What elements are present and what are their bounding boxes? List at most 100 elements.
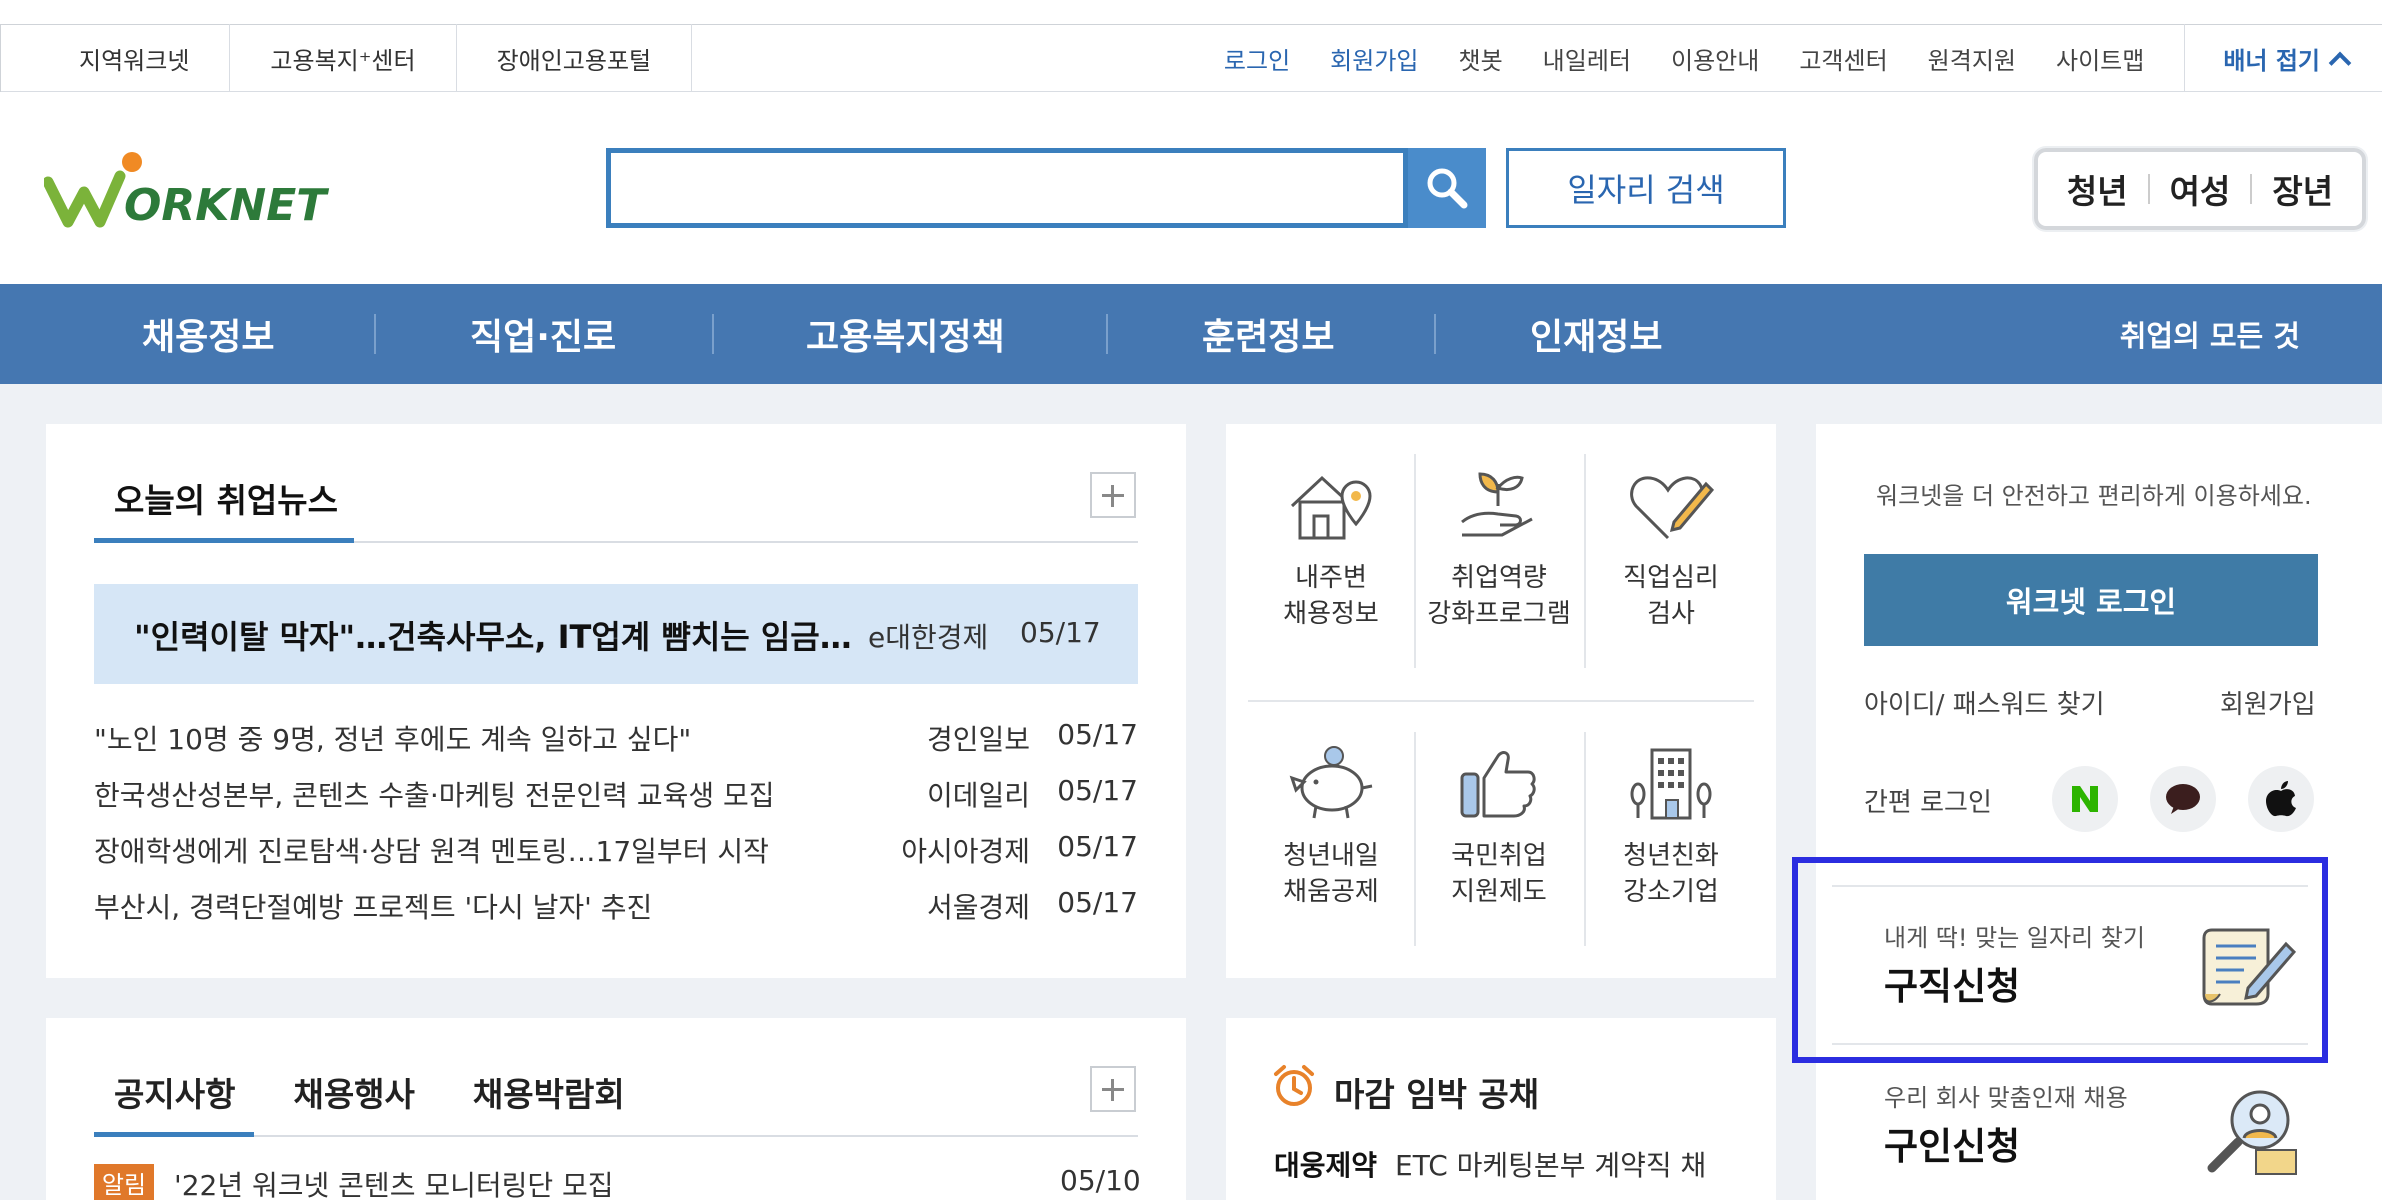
quick-label: 검사 <box>1647 599 1695 629</box>
link-employment-welfare-center[interactable]: 고용복지⁺센터 <box>229 24 455 92</box>
box-divider <box>1832 885 2308 887</box>
utility-links: 로그인 회원가입 챗봇 내일레터 이용안내 고객센터 원격지원 사이트맵 배너 … <box>1224 24 2382 92</box>
tab-notice[interactable]: 공지사항 <box>114 1068 235 1116</box>
house-pin-icon <box>1290 475 1372 540</box>
quick-youth-savings[interactable]: 청년내일채움공제 <box>1246 744 1416 910</box>
news-title[interactable]: 오늘의 취업뉴스 <box>114 474 338 522</box>
link-regional-worknet[interactable]: 지역워크넷 <box>0 24 229 92</box>
headline-source: e대한경제 <box>868 621 989 654</box>
group-youth[interactable]: 청년 <box>2047 165 2148 213</box>
nav-recruitment[interactable]: 채용정보 <box>142 284 274 384</box>
headline-news[interactable]: "인력이탈 막자"…건축사무소, IT업계 뺨치는 임금… e대한경제 05/1… <box>94 584 1138 684</box>
notice-item-date: 05/10 <box>1060 1164 1141 1197</box>
talent-search-icon[interactable] <box>2204 1086 2300 1176</box>
nav-training[interactable]: 훈련정보 <box>1202 284 1334 384</box>
quick-label: 채움공제 <box>1283 877 1379 907</box>
news-item[interactable]: "노인 10명 중 9명, 정년 후에도 계속 일하고 싶다" 경인일보 05/… <box>94 718 1138 758</box>
job-seeker-apply-link[interactable]: 구직신청 <box>1884 956 2020 1010</box>
news-item[interactable]: 한국생산성본부, 콘텐츠 수출·마케팅 전문인력 교육생 모집 이데일리 05/… <box>94 774 1138 814</box>
tab-recruit-events[interactable]: 채용행사 <box>293 1068 414 1116</box>
join-link[interactable]: 회원가입 <box>2220 684 2316 721</box>
utility-bar: 지역워크넷 고용복지⁺센터 장애인고용포털 로그인 회원가입 챗봇 내일레터 이… <box>0 0 2382 92</box>
news-item-source: 서울경제 <box>926 891 1030 924</box>
employer-apply-link[interactable]: 구인신청 <box>1884 1116 2020 1170</box>
news-item[interactable]: 부산시, 경력단절예방 프로젝트 '다시 날자' 추진 서울경제 05/17 <box>94 886 1138 926</box>
login-message: 워크넷을 더 안전하고 편리하게 이용하세요. <box>1876 482 2312 510</box>
hire-subtitle: 우리 회사 맞춤인재 채용 <box>1884 1084 2128 1112</box>
quick-label: 청년친화 <box>1623 841 1719 871</box>
quick-youth-friendly-company[interactable]: 청년친화 강소기업 <box>1586 744 1756 910</box>
job-search-button[interactable]: 일자리 검색 <box>1506 148 1786 228</box>
naver-login-button[interactable] <box>2052 766 2118 832</box>
box-divider <box>1832 1043 2308 1045</box>
newsletter-link[interactable]: 내일레터 <box>1543 41 1631 76</box>
target-group-selector: 청년 여성 장년 <box>2034 148 2366 230</box>
nav-divider <box>1106 314 1108 354</box>
chevron-up-icon <box>2328 51 2352 75</box>
search-input[interactable] <box>611 153 1403 223</box>
link-disability-portal[interactable]: 장애인고용포털 <box>455 24 693 92</box>
news-item-title: "노인 10명 중 9명, 정년 후에도 계속 일하고 싶다" <box>94 723 692 756</box>
kakao-icon <box>2166 784 2200 814</box>
building-icon <box>1630 748 1712 820</box>
family-sites: 지역워크넷 고용복지⁺센터 장애인고용포털 <box>0 24 693 92</box>
search-icon <box>1427 168 1468 209</box>
search-button[interactable] <box>1408 148 1486 228</box>
nav-career[interactable]: 직업·진로 <box>470 284 616 384</box>
quick-label: 취업역량 <box>1451 563 1547 593</box>
login-link[interactable]: 로그인 <box>1224 41 1290 76</box>
svg-text:ORKNET: ORKNET <box>124 180 329 230</box>
tab-job-fair[interactable]: 채용박람회 <box>473 1068 625 1116</box>
chatbot-link[interactable]: 챗봇 <box>1459 41 1503 76</box>
news-item-title: 장애학생에게 진로탐색·상담 원격 멘토링…17일부터 시작 <box>94 835 769 868</box>
guide-link[interactable]: 이용안내 <box>1671 41 1759 76</box>
headline-date: 05/17 <box>1020 616 1101 649</box>
deadline-title[interactable]: 마감 임박 공채 <box>1334 1068 1539 1116</box>
kakao-login-button[interactable] <box>2150 766 2216 832</box>
news-item-source: 아시아경제 <box>901 835 1030 868</box>
find-id-password-link[interactable]: 아이디/ 패스워드 찾기 <box>1864 684 2105 721</box>
sprout-hand-icon <box>1461 472 1533 537</box>
apple-login-button[interactable] <box>2248 766 2314 832</box>
customer-center-link[interactable]: 고객센터 <box>1799 41 1887 76</box>
notice-item-title[interactable]: '22년 워크넷 콘텐츠 모니터링단 모집 <box>174 1164 614 1200</box>
remote-support-link[interactable]: 원격지원 <box>1928 41 2016 76</box>
news-more-button[interactable] <box>1090 472 1136 518</box>
news-item[interactable]: 장애학생에게 진로탐색·상담 원격 멘토링…17일부터 시작 아시아경제 05/… <box>94 830 1138 870</box>
news-item-date: 05/17 <box>1057 886 1138 919</box>
quick-label: 강화프로그램 <box>1427 599 1571 629</box>
thumbs-up-icon <box>1460 751 1536 818</box>
worknet-logo[interactable]: ORKNET <box>44 150 354 230</box>
notice-badge: 알림 <box>94 1164 154 1200</box>
deadline-item[interactable]: 대웅제약 ETC 마케팅본부 계약직 채 <box>1274 1144 1706 1184</box>
notice-more-button[interactable] <box>1090 1066 1136 1112</box>
group-senior[interactable]: 장년 <box>2252 165 2353 213</box>
active-tab-underline <box>94 1132 254 1137</box>
quick-label: 청년내일 <box>1283 841 1379 871</box>
signup-link[interactable]: 회원가입 <box>1330 41 1418 76</box>
news-item-source: 이데일리 <box>926 779 1030 812</box>
nav-all-about-jobs[interactable]: 취업의 모든 것 <box>2120 284 2300 384</box>
quick-psych-test[interactable]: 직업심리 검사 <box>1586 466 1756 632</box>
quick-national-employment[interactable]: 국민취업 지원제도 <box>1414 744 1584 910</box>
sitemap-link[interactable]: 사이트맵 <box>2056 41 2144 76</box>
nav-welfare-policy[interactable]: 고용복지정책 <box>806 284 1005 384</box>
notice-tabs: 공지사항 채용행사 채용박람회 <box>114 1068 683 1116</box>
headline-title: "인력이탈 막자"…건축사무소, IT업계 뺨치는 임금… <box>134 618 852 656</box>
quick-label: 지원제도 <box>1451 877 1547 907</box>
news-item-title: 한국생산성본부, 콘텐츠 수출·마케팅 전문인력 교육생 모집 <box>94 779 775 812</box>
news-title-underline <box>94 538 354 543</box>
group-women[interactable]: 여성 <box>2150 165 2251 213</box>
deadline-job: ETC 마케팅본부 계약직 채 <box>1395 1149 1707 1182</box>
worknet-login-button[interactable]: 워크넷 로그인 <box>1864 554 2318 646</box>
banner-fold-button[interactable]: 배너 접기 <box>2184 24 2382 92</box>
nav-divider <box>1434 314 1436 354</box>
news-item-date: 05/17 <box>1057 718 1138 751</box>
application-form-icon[interactable] <box>2200 924 2298 1008</box>
news-item-source: 경인일보 <box>926 723 1030 756</box>
easy-login-label: 간편 로그인 <box>1864 788 1992 818</box>
news-item-date: 05/17 <box>1057 774 1138 807</box>
quick-nearby-jobs[interactable]: 내주변 채용정보 <box>1246 466 1416 632</box>
quick-competency-program[interactable]: 취업역량강화프로그램 <box>1414 466 1584 632</box>
nav-talent[interactable]: 인재정보 <box>1530 284 1662 384</box>
